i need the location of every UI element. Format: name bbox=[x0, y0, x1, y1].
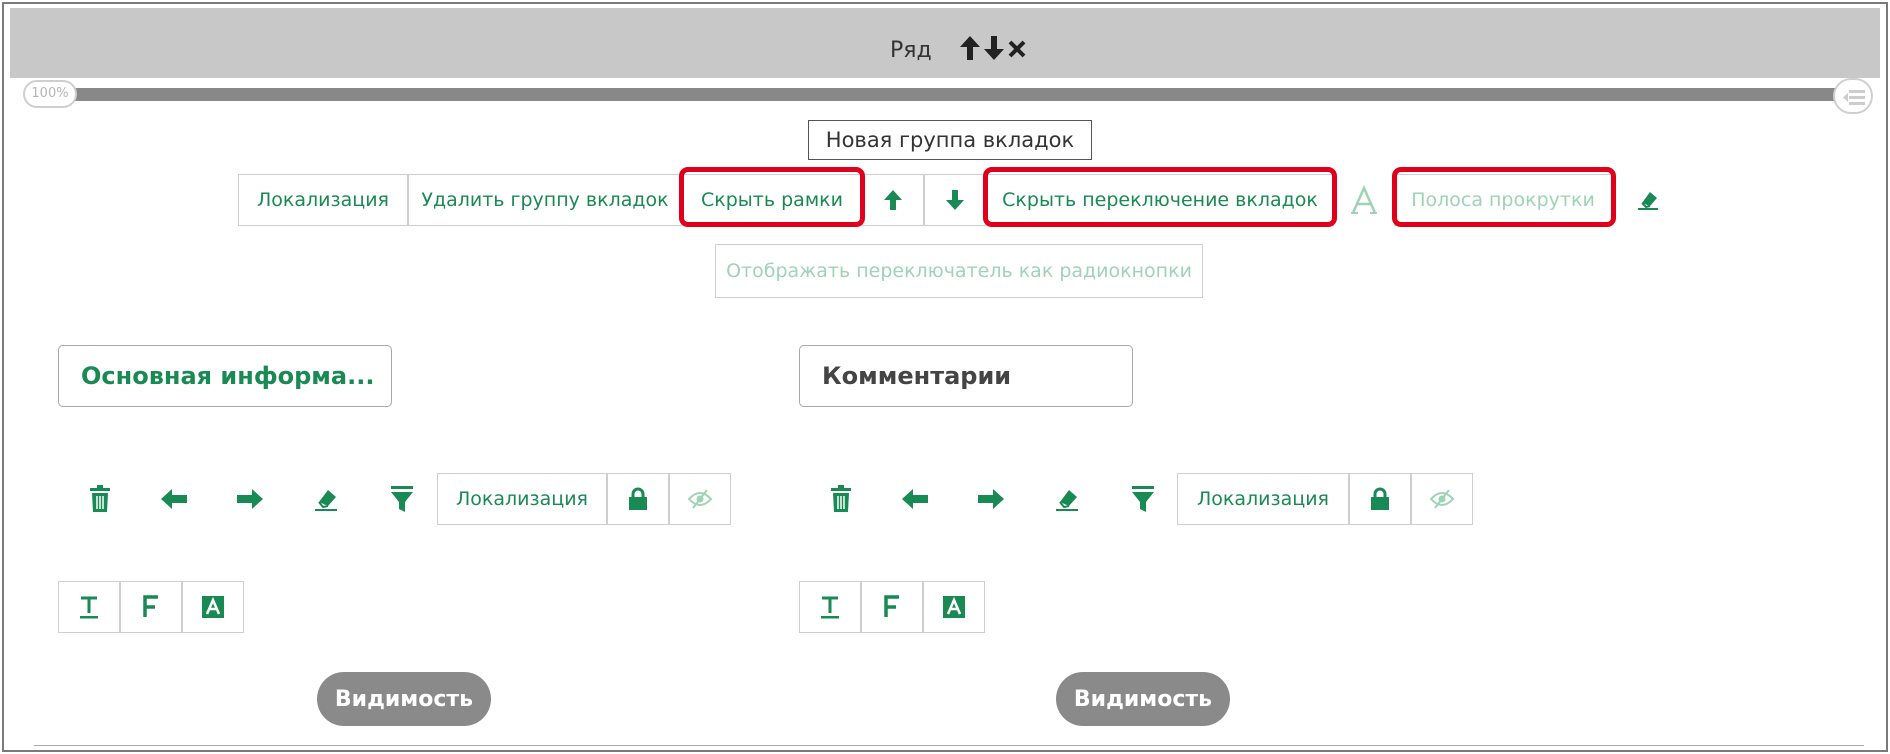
text-format-button[interactable] bbox=[799, 581, 861, 633]
background-color-button[interactable] bbox=[923, 581, 985, 633]
visibility-button[interactable]: Видимость bbox=[1056, 672, 1230, 726]
radio-switch-button[interactable]: Отображать переключатель как радиокнопки bbox=[715, 244, 1203, 298]
font-button[interactable] bbox=[861, 581, 923, 633]
delete-tab-button[interactable] bbox=[817, 473, 865, 525]
arrow-left-icon bbox=[902, 489, 928, 509]
arrow-up-icon bbox=[884, 190, 902, 210]
clear-style-button[interactable] bbox=[1620, 174, 1676, 226]
text-underline-icon bbox=[80, 596, 98, 619]
fill-color-icon bbox=[943, 596, 965, 618]
text-underline-icon bbox=[821, 596, 839, 619]
lock-tab-button[interactable] bbox=[607, 473, 669, 525]
arrow-down-icon bbox=[946, 190, 964, 210]
eraser-icon bbox=[1638, 192, 1658, 210]
list-collapse-icon bbox=[1843, 90, 1865, 105]
trash-icon bbox=[90, 485, 110, 512]
eye-slash-icon bbox=[1429, 489, 1455, 509]
close-icon[interactable] bbox=[1006, 34, 1028, 62]
move-down-icon[interactable] bbox=[982, 34, 1006, 62]
eraser-icon bbox=[1056, 490, 1078, 511]
background-color-button[interactable] bbox=[182, 581, 244, 633]
row-title: Ряд bbox=[890, 38, 932, 63]
fill-color-icon bbox=[202, 596, 224, 618]
width-slider-track[interactable] bbox=[62, 88, 1850, 101]
move-tab-right-button[interactable] bbox=[226, 473, 274, 525]
move-up-icon[interactable] bbox=[958, 34, 982, 62]
delete-tab-group-button[interactable]: Удалить группу вкладок bbox=[408, 174, 682, 226]
move-tab-left-button[interactable] bbox=[150, 473, 198, 525]
filter-icon bbox=[1132, 486, 1154, 512]
trash-icon bbox=[831, 485, 851, 512]
arrow-left-icon bbox=[161, 489, 187, 509]
highlight-scrollbar bbox=[1392, 167, 1616, 227]
row-controls bbox=[958, 34, 1028, 62]
hide-tab-button[interactable] bbox=[669, 473, 731, 525]
arrow-right-icon bbox=[237, 489, 263, 509]
eye-slash-icon bbox=[687, 489, 713, 509]
eraser-icon bbox=[315, 490, 337, 511]
row-header: Ряд bbox=[10, 8, 1880, 78]
filter-icon bbox=[391, 486, 413, 512]
bottom-divider bbox=[34, 745, 1864, 746]
visibility-button[interactable]: Видимость bbox=[317, 672, 491, 726]
lock-icon bbox=[1371, 487, 1389, 510]
lock-icon bbox=[629, 487, 647, 510]
hide-tab-button[interactable] bbox=[1411, 473, 1473, 525]
move-tab-left-button[interactable] bbox=[891, 473, 939, 525]
letter-f-icon bbox=[884, 595, 899, 617]
lock-tab-button[interactable] bbox=[1349, 473, 1411, 525]
highlight-hide-tab-switch bbox=[983, 167, 1337, 227]
tab-comments[interactable]: Комментарии bbox=[799, 345, 1133, 407]
letter-f-icon bbox=[143, 595, 158, 617]
font-button[interactable] bbox=[120, 581, 182, 633]
filter-tab-button[interactable] bbox=[1119, 473, 1167, 525]
width-percent-badge[interactable]: 100% bbox=[23, 80, 77, 108]
font-settings-icon[interactable] bbox=[1336, 174, 1392, 226]
tab-group-name[interactable]: Новая группа вкладок bbox=[808, 120, 1092, 160]
move-group-up-button[interactable] bbox=[862, 174, 924, 226]
highlight-hide-borders bbox=[679, 167, 865, 227]
clear-tab-style-button[interactable] bbox=[302, 473, 350, 525]
delete-tab-button[interactable] bbox=[76, 473, 124, 525]
localization-button[interactable]: Локализация bbox=[238, 174, 408, 226]
collapse-panel-button[interactable] bbox=[1833, 78, 1873, 114]
move-group-down-button[interactable] bbox=[924, 174, 986, 226]
letter-a-icon bbox=[1351, 185, 1377, 214]
move-tab-right-button[interactable] bbox=[967, 473, 1015, 525]
clear-tab-style-button[interactable] bbox=[1043, 473, 1091, 525]
text-format-button[interactable] bbox=[58, 581, 120, 633]
arrow-right-icon bbox=[978, 489, 1004, 509]
tab-main-info[interactable]: Основная информа... bbox=[58, 345, 392, 407]
tab-localization-button[interactable]: Локализация bbox=[1177, 473, 1349, 525]
tab-localization-button[interactable]: Локализация bbox=[437, 473, 607, 525]
filter-tab-button[interactable] bbox=[378, 473, 426, 525]
